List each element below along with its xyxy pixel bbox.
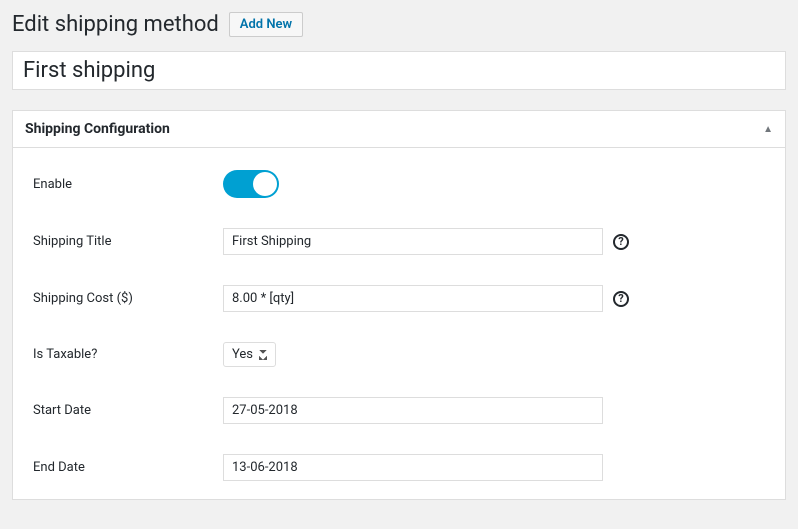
shipping-cost-label: Shipping Cost ($) — [33, 291, 223, 306]
end-date-label: End Date — [33, 460, 223, 475]
start-date-label: Start Date — [33, 403, 223, 418]
toggle-knob — [253, 172, 277, 196]
is-taxable-select[interactable]: YesNo — [223, 342, 276, 367]
chevron-up-icon: ▲ — [763, 124, 773, 135]
shipping-title-label: Shipping Title — [33, 234, 223, 249]
shipping-name-input[interactable] — [12, 51, 786, 90]
panel-body: Enable Shipping Title ? Shipping Cost ($… — [13, 148, 785, 499]
help-icon[interactable]: ? — [613, 234, 629, 250]
shipping-title-input[interactable] — [223, 228, 603, 255]
is-taxable-label: Is Taxable? — [33, 347, 223, 362]
add-new-button[interactable]: Add New — [229, 12, 303, 37]
panel-title: Shipping Configuration — [25, 121, 170, 137]
page-title: Edit shipping method — [12, 12, 219, 37]
shipping-config-panel: Shipping Configuration ▲ Enable Shipping… — [12, 110, 786, 500]
enable-toggle[interactable] — [223, 170, 279, 198]
end-date-input[interactable] — [223, 454, 603, 481]
start-date-input[interactable] — [223, 397, 603, 424]
help-icon[interactable]: ? — [613, 291, 629, 307]
panel-header[interactable]: Shipping Configuration ▲ — [13, 111, 785, 148]
shipping-cost-input[interactable] — [223, 285, 603, 312]
enable-label: Enable — [33, 177, 223, 192]
